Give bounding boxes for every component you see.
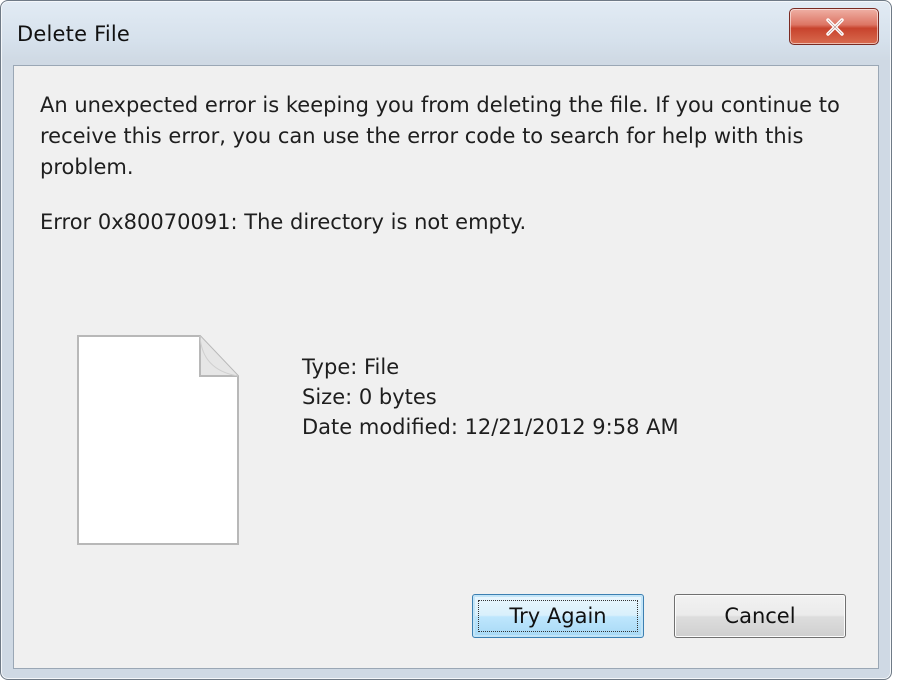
delete-file-dialog: Delete File An unexpected error is keepi… xyxy=(0,0,892,680)
focus-ring xyxy=(478,600,638,632)
file-size: Size: 0 bytes xyxy=(302,385,437,409)
dialog-body: An unexpected error is keeping you from … xyxy=(13,65,879,669)
error-code: Error 0x80070091: The directory is not e… xyxy=(40,210,527,234)
close-button[interactable] xyxy=(789,8,879,45)
file-details: Type: File Size: 0 bytes Date modified: … xyxy=(302,352,679,442)
cancel-button[interactable]: Cancel xyxy=(674,594,846,638)
blank-document-icon xyxy=(76,334,240,550)
title-bar[interactable]: Delete File xyxy=(1,1,891,65)
close-x-icon xyxy=(826,18,844,36)
file-type: Type: File xyxy=(302,355,400,379)
file-date-modified: Date modified: 12/21/2012 9:58 AM xyxy=(302,415,679,439)
window-title: Delete File xyxy=(17,22,131,46)
try-again-button[interactable]: Try Again xyxy=(472,594,644,638)
error-message: An unexpected error is keeping you from … xyxy=(40,93,840,179)
cancel-label: Cancel xyxy=(724,604,796,628)
